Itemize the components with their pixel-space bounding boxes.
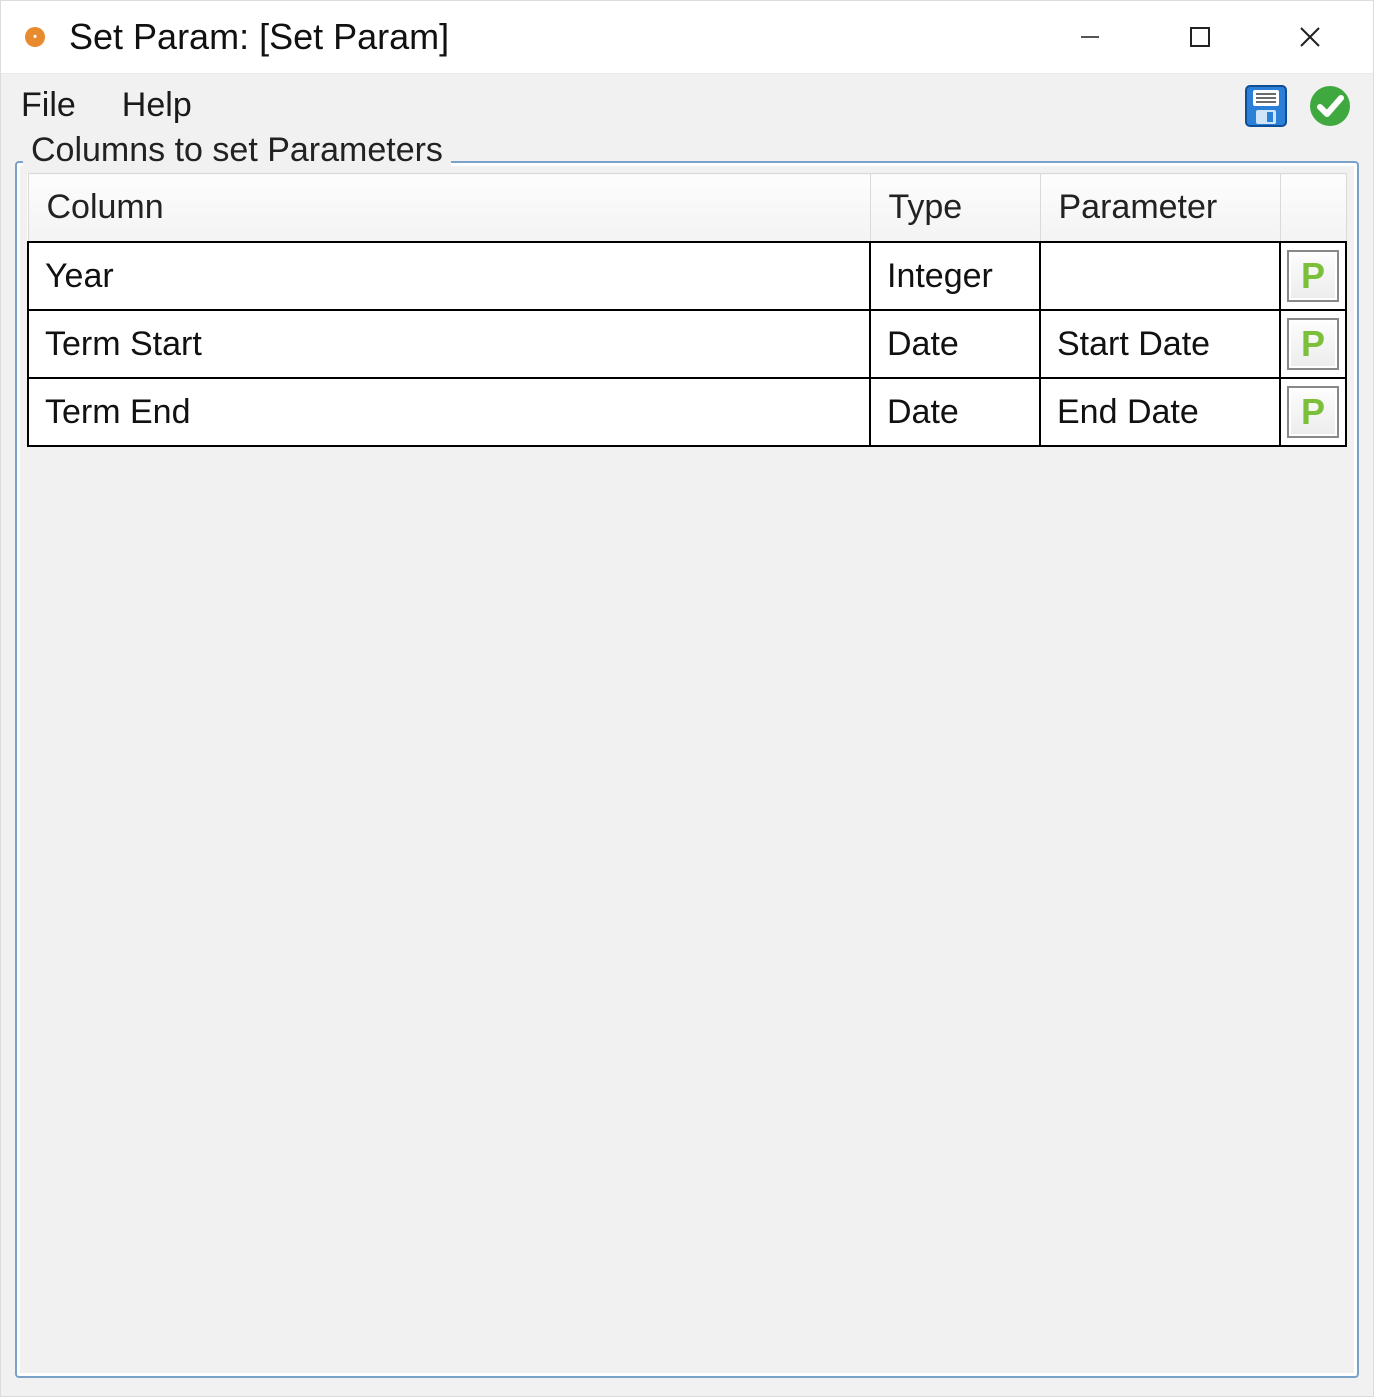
groupbox: Column Type Parameter Year Integer P: [15, 161, 1359, 1378]
close-icon: [1298, 25, 1322, 49]
cell-parameter[interactable]: Start Date: [1040, 310, 1280, 378]
cell-parameter[interactable]: End Date: [1040, 378, 1280, 446]
maximize-button[interactable]: [1145, 7, 1255, 67]
parameters-table: Column Type Parameter Year Integer P: [27, 173, 1347, 447]
window-title: Set Param: [Set Param]: [69, 16, 1035, 58]
groupbox-legend: Columns to set Parameters: [23, 131, 451, 170]
header-type[interactable]: Type: [870, 174, 1040, 243]
cell-parameter[interactable]: [1040, 242, 1280, 310]
cell-type[interactable]: Date: [870, 310, 1040, 378]
table-row[interactable]: Term Start Date Start Date P: [28, 310, 1346, 378]
content-area: Columns to set Parameters Column Type Pa…: [1, 137, 1373, 1396]
cell-type[interactable]: Integer: [870, 242, 1040, 310]
check-icon: [1308, 84, 1352, 128]
cell-p: P: [1280, 378, 1346, 446]
cell-p: P: [1280, 310, 1346, 378]
confirm-button[interactable]: [1307, 83, 1353, 129]
menu-help[interactable]: Help: [122, 86, 192, 125]
param-button[interactable]: P: [1287, 250, 1339, 302]
header-parameter[interactable]: Parameter: [1040, 174, 1280, 243]
header-column[interactable]: Column: [28, 174, 870, 243]
save-button[interactable]: [1243, 83, 1289, 129]
param-button[interactable]: P: [1287, 318, 1339, 370]
window-controls: [1035, 7, 1365, 67]
cell-column[interactable]: Term Start: [28, 310, 870, 378]
titlebar: • Set Param: [Set Param]: [1, 1, 1373, 73]
cell-p: P: [1280, 242, 1346, 310]
cell-type[interactable]: Date: [870, 378, 1040, 446]
table-row[interactable]: Term End Date End Date P: [28, 378, 1346, 446]
param-button[interactable]: P: [1287, 386, 1339, 438]
window: • Set Param: [Set Param] File Help: [0, 0, 1374, 1397]
cell-column[interactable]: Term End: [28, 378, 870, 446]
maximize-icon: [1189, 26, 1211, 48]
save-icon: [1244, 84, 1288, 128]
table-row[interactable]: Year Integer P: [28, 242, 1346, 310]
menu-file[interactable]: File: [21, 86, 76, 125]
app-icon: •: [25, 27, 45, 47]
cell-column[interactable]: Year: [28, 242, 870, 310]
table-header-row: Column Type Parameter: [28, 174, 1346, 243]
close-button[interactable]: [1255, 7, 1365, 67]
minimize-button[interactable]: [1035, 7, 1145, 67]
menubar: File Help: [1, 73, 1373, 137]
minimize-icon: [1078, 25, 1102, 49]
header-p: [1280, 174, 1346, 243]
